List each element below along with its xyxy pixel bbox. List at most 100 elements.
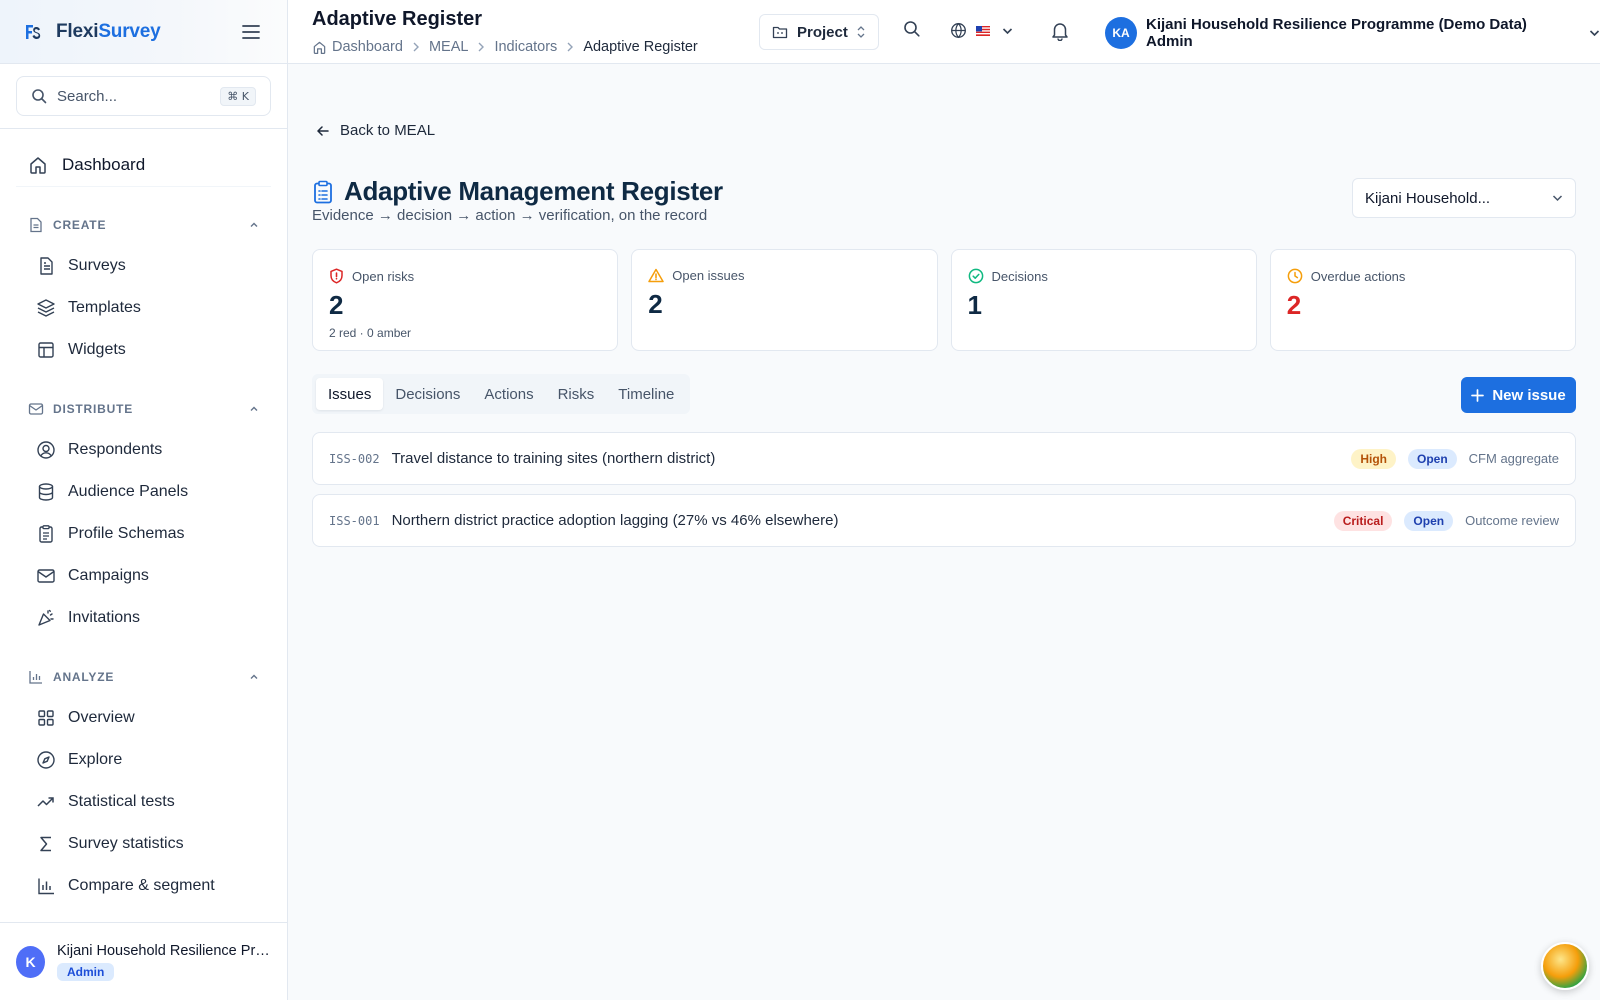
sidebar-item-label: Survey statistics <box>68 835 184 852</box>
sidebar-item-compare-segment[interactable]: Compare & segment <box>16 865 271 907</box>
sidebar-item-label: Widgets <box>68 341 126 358</box>
tab-timeline[interactable]: Timeline <box>606 378 686 410</box>
stat-label: Decisions <box>991 268 1048 284</box>
sidebar-item-dashboard[interactable]: Dashboard <box>16 143 271 187</box>
mail-icon <box>28 403 44 415</box>
sidebar-item-campaigns[interactable]: Campaigns <box>16 555 271 597</box>
sidebar-item-label: Respondents <box>68 441 163 458</box>
tab-decisions[interactable]: Decisions <box>383 378 472 410</box>
stat-cards: Open risks 2 2 red · 0 amber Open issues… <box>312 249 1576 351</box>
stat-value: 2 <box>648 289 663 319</box>
tab-issues[interactable]: Issues <box>316 378 384 410</box>
party-popper-icon <box>38 609 54 626</box>
role-badge: Admin <box>57 962 115 981</box>
stat-value: 2 <box>329 290 344 320</box>
search-placeholder: Search... <box>57 87 118 105</box>
layers-icon <box>37 299 55 317</box>
issue-list: ISS-002 Travel distance to training site… <box>312 432 1576 556</box>
hamburger-menu-button[interactable] <box>239 20 263 44</box>
breadcrumb-meal[interactable]: MEAL <box>429 39 469 55</box>
sidebar-item-widgets[interactable]: Widgets <box>16 329 271 371</box>
sidebar-footer-account[interactable]: K Kijani Household Resilience Programme … <box>0 922 287 1000</box>
language-selector[interactable] <box>950 22 1013 39</box>
search-shortcut: ⌘ K <box>220 86 256 106</box>
clock-icon <box>1287 268 1303 284</box>
stat-card-open-risks: Open risks 2 2 red · 0 amber <box>312 249 619 351</box>
sigma-icon <box>40 836 51 852</box>
stat-value: 2 <box>1286 290 1302 320</box>
home-icon <box>30 156 46 174</box>
chevron-up-icon <box>250 222 258 227</box>
stat-card-decisions: Decisions 1 <box>950 249 1257 351</box>
project-select-value: Kijani Household... <box>1365 189 1491 207</box>
sidebar-item-overview[interactable]: Overview <box>16 697 271 739</box>
section-label: DISTRIBUTE <box>53 402 133 416</box>
page-subtitle: Evidence → decision → action → verificat… <box>312 207 708 224</box>
layout-icon <box>38 342 54 358</box>
user-menu[interactable]: KA Kijani Household Resilience Programme… <box>1105 16 1600 50</box>
arrow-left-icon <box>317 125 329 136</box>
sidebar-item-label: Templates <box>68 299 141 316</box>
sidebar-item-templates[interactable]: Templates <box>16 287 271 329</box>
sidebar-item-label: Audience Panels <box>68 483 189 500</box>
file-text-icon <box>40 257 53 275</box>
issue-row[interactable]: ISS-001 Northern district practice adopt… <box>312 494 1576 547</box>
project-switcher-button[interactable]: Project <box>759 14 879 50</box>
back-to-meal-link[interactable]: Back to MEAL <box>316 122 435 139</box>
sidebar-item-surveys[interactable]: Surveys <box>16 245 271 287</box>
sidebar-item-audience-panels[interactable]: Audience Panels <box>16 471 271 513</box>
issue-source: CFM aggregate <box>1468 451 1559 466</box>
sidebar-item-profile-schemas[interactable]: Profile Schemas <box>16 513 271 555</box>
project-select[interactable]: Kijani Household... <box>1352 178 1576 218</box>
status-badge: Open <box>1408 448 1457 469</box>
chevron-down-icon <box>1589 30 1600 37</box>
stat-card-overdue-actions: Overdue actions 2 <box>1269 249 1576 351</box>
stat-label: Overdue actions <box>1310 268 1406 284</box>
tab-actions[interactable]: Actions <box>472 378 545 410</box>
database-icon <box>38 483 54 501</box>
sidebar-item-explore[interactable]: Explore <box>16 739 271 781</box>
bell-icon[interactable] <box>1051 21 1069 41</box>
status-badge: Open <box>1404 510 1454 531</box>
brand-name-part1: Flexi <box>56 20 99 42</box>
grid-icon <box>38 710 54 726</box>
search-input[interactable]: Search... ⌘ K <box>16 76 271 116</box>
user-name: Kijani Household Resilience Programme (D… <box>1145 16 1527 50</box>
search-icon[interactable] <box>903 20 921 38</box>
plus-icon <box>1471 388 1485 402</box>
chevron-right-icon <box>567 42 574 52</box>
sidebar-item-invitations[interactable]: Invitations <box>16 597 271 639</box>
sidebar-item-statistical-tests[interactable]: Statistical tests <box>16 781 271 823</box>
sidebar-item-label: Campaigns <box>68 567 149 584</box>
assistant-avatar-button[interactable] <box>1541 942 1589 990</box>
section-distribute-header[interactable]: DISTRIBUTE <box>16 397 271 421</box>
back-link-label: Back to MEAL <box>340 122 436 139</box>
section-analyze-header[interactable]: ANALYZE <box>16 665 271 689</box>
section-create-header[interactable]: CREATE <box>16 213 271 237</box>
tab-risks[interactable]: Risks <box>546 378 607 410</box>
breadcrumb-current: Adaptive Register <box>583 39 698 55</box>
breadcrumb-dashboard[interactable]: Dashboard <box>312 39 403 55</box>
register-tabs: Issues Decisions Actions Risks Timeline <box>312 374 691 414</box>
sidebar-item-label: Invitations <box>68 609 141 626</box>
account-meta: Kijani Household Resilience Programme (D… <box>57 943 271 981</box>
sidebar-item-respondents[interactable]: Respondents <box>16 429 271 471</box>
issue-row[interactable]: ISS-002 Travel distance to training site… <box>312 432 1576 485</box>
issue-title: Northern district practice adoption lagg… <box>391 512 839 529</box>
sidebar-nav: Dashboard CREATE Surveys Templates Widge… <box>0 129 287 907</box>
issue-title: Travel distance to training sites (north… <box>391 450 716 467</box>
chevron-up-icon <box>250 406 258 411</box>
chevron-down-icon <box>1002 27 1013 34</box>
bar-chart-icon <box>29 671 42 684</box>
sidebar-item-label: Explore <box>68 751 123 768</box>
avatar: K <box>16 945 45 978</box>
clipboard-list-icon <box>314 180 332 203</box>
breadcrumb-indicators[interactable]: Indicators <box>494 39 557 55</box>
chevron-up-icon <box>250 674 258 679</box>
us-flag-icon <box>976 25 990 36</box>
sidebar-item-survey-statistics[interactable]: Survey statistics <box>16 823 271 865</box>
stat-value: 1 <box>967 290 982 320</box>
search-wrap: Search... ⌘ K <box>0 64 287 129</box>
new-issue-button[interactable]: New issue <box>1461 377 1576 413</box>
hamburger-icon <box>242 24 260 39</box>
